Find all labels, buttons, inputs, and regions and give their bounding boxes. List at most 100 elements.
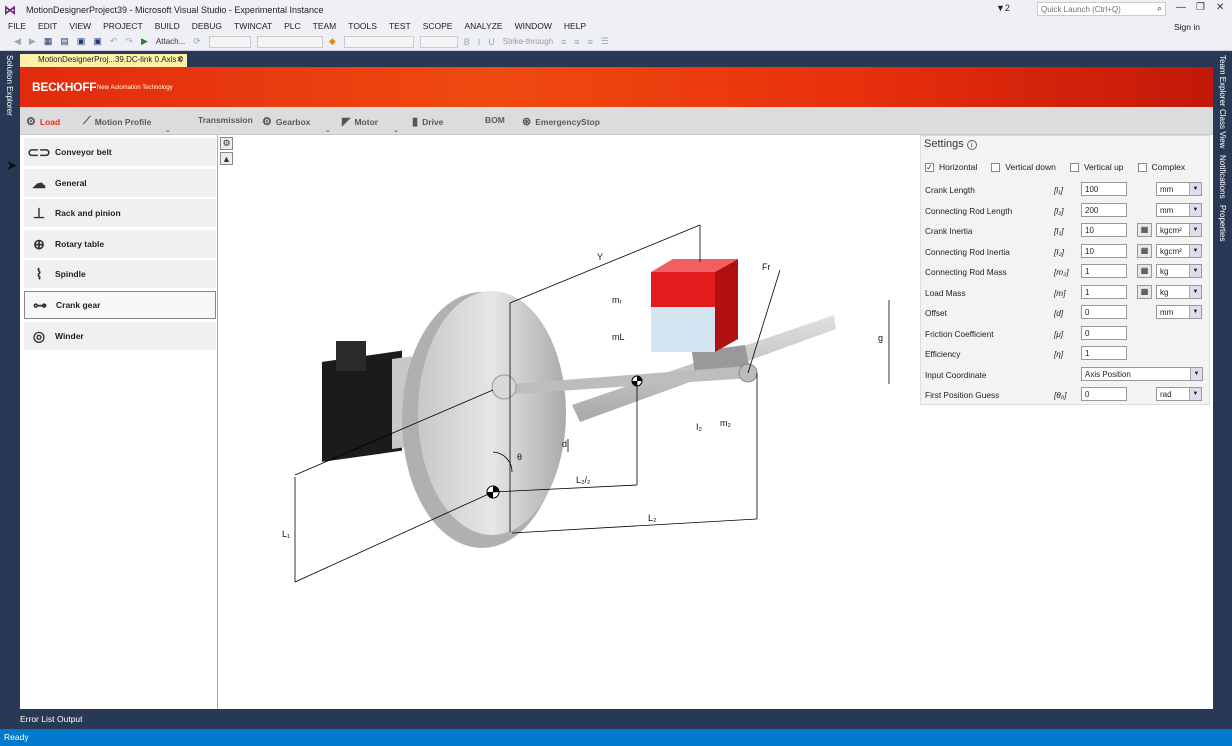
load-item-general[interactable]: ☁ General — [24, 169, 216, 197]
team-explorer-tab[interactable]: Team Explorer — [1218, 55, 1227, 107]
menu-plc[interactable]: PLC — [284, 21, 301, 31]
load-item-rotary-table[interactable]: ⊕ Rotary table — [24, 230, 216, 258]
menu-project[interactable]: PROJECT — [103, 21, 143, 31]
notifications-tab[interactable]: Notifications — [1218, 155, 1227, 199]
calculator-icon[interactable]: ▦ — [1137, 264, 1152, 278]
offset-unit-select[interactable]: mm ▼ — [1156, 305, 1202, 319]
nav-motor[interactable]: ◤ Motor — [342, 115, 378, 128]
output-tab[interactable]: Output — [57, 714, 83, 724]
bold-icon[interactable]: B — [464, 37, 470, 47]
load-item-winder[interactable]: ◎ Winder — [24, 322, 216, 350]
refresh-icon[interactable]: ⟳ — [193, 36, 201, 47]
input-coordinate-select[interactable]: Axis Position ▼ — [1081, 367, 1203, 381]
load-item-crank-gear[interactable]: ⊶ Crank gear — [24, 291, 216, 319]
crank-length-input[interactable]: 100 — [1081, 182, 1127, 196]
menu-help[interactable]: HELP — [564, 21, 586, 31]
close-tab-icon[interactable]: ✕ — [176, 55, 183, 64]
quick-launch-input[interactable]: Quick Launch (Ctrl+Q) ⌕ — [1037, 2, 1166, 16]
menu-team[interactable]: TEAM — [313, 21, 337, 31]
italic-icon[interactable]: I — [478, 37, 481, 47]
class-view-tab[interactable]: Class View — [1218, 109, 1227, 148]
calculator-icon[interactable]: ▦ — [1137, 285, 1152, 299]
notifications-flag[interactable]: ▼2 — [996, 3, 1010, 13]
calculator-icon[interactable]: ▦ — [1137, 223, 1152, 237]
menu-scope[interactable]: SCOPE — [423, 21, 453, 31]
crank-inertia-input[interactable]: 10 — [1081, 223, 1127, 237]
back-icon[interactable]: ◀ — [14, 36, 21, 47]
calculator-icon[interactable]: ▦ — [1137, 244, 1152, 258]
horizontal-checkbox[interactable]: ✓ — [925, 162, 934, 172]
toolbar-combo-4[interactable] — [419, 35, 458, 48]
menu-debug[interactable]: DEBUG — [192, 21, 222, 31]
gearbox-chevron-down-icon[interactable]: ⌄ — [325, 126, 331, 134]
error-list-tab[interactable]: Error List — [20, 714, 54, 724]
menu-tools[interactable]: TOOLS — [348, 21, 377, 31]
minimize-button[interactable]: — — [1176, 2, 1186, 13]
document-tab[interactable]: MotionDesignerProj...39.DC-link 0.Axis 0… — [20, 54, 187, 67]
play-icon[interactable]: ▶ — [141, 36, 148, 47]
connecting-rod-length-input[interactable]: 200 — [1081, 203, 1127, 217]
settings-gear-button[interactable]: ⚙ — [220, 137, 233, 150]
align-right-icon[interactable]: ≡ — [588, 37, 593, 47]
load-item-spindle[interactable]: ⌇ Spindle — [24, 260, 216, 288]
align-center-icon[interactable]: ≡ — [574, 37, 579, 47]
plugin-icon[interactable]: ◆ — [329, 36, 336, 47]
load-item-rack-and-pinion[interactable]: ⊥ Rack and pinion — [24, 199, 216, 227]
solution-explorer-tab[interactable]: Solution Explorer — [5, 55, 14, 116]
menu-analyze[interactable]: ANALYZE — [464, 21, 502, 31]
info-icon[interactable]: i — [966, 140, 977, 150]
maximize-button[interactable]: ❐ — [1196, 2, 1205, 13]
open-folder-icon[interactable]: ▤ — [60, 36, 69, 47]
hat-button[interactable]: ▲ — [220, 152, 233, 165]
undo-icon[interactable]: ↶ — [110, 36, 118, 47]
underline-icon[interactable]: U — [488, 37, 495, 47]
vertical-down-checkbox[interactable] — [991, 162, 1001, 172]
menu-file[interactable]: FILE — [8, 21, 26, 31]
align-left-icon[interactable]: ≡ — [561, 37, 566, 47]
load-mass-input[interactable]: 1 — [1081, 285, 1127, 299]
close-button[interactable]: ✕ — [1216, 2, 1224, 13]
sign-in-link[interactable]: Sign in — [1174, 22, 1200, 32]
save-all-icon[interactable]: ▣ — [93, 36, 102, 47]
nav-load[interactable]: ⚙ Load — [26, 115, 60, 128]
load-mass-unit-select[interactable]: kg ▼ — [1156, 285, 1202, 299]
connecting-rod-inertia-input[interactable]: 10 — [1081, 244, 1127, 258]
menu-twincat[interactable]: TWINCAT — [234, 21, 272, 31]
first-position-guess-unit-select[interactable]: rad ▼ — [1156, 387, 1202, 401]
complex-checkbox[interactable] — [1137, 162, 1147, 172]
friction-coefficient-input[interactable]: 0 — [1081, 326, 1127, 340]
connecting-rod-mass-input[interactable]: 1 — [1081, 264, 1127, 278]
menu-window[interactable]: WINDOW — [515, 21, 552, 31]
nav-emergency-stop[interactable]: ⊛ EmergencyStop — [522, 115, 600, 128]
menu-edit[interactable]: EDIT — [38, 21, 57, 31]
offset-input[interactable]: 0 — [1081, 305, 1127, 319]
save-icon[interactable]: ▣ — [77, 36, 86, 47]
redo-icon[interactable]: ↷ — [125, 36, 133, 47]
menu-test[interactable]: TEST — [389, 21, 411, 31]
first-position-guess-input[interactable]: 0 — [1081, 387, 1127, 401]
vertical-up-checkbox[interactable] — [1069, 162, 1079, 172]
connecting-rod-inertia-unit-select[interactable]: kgcm² ▼ — [1156, 244, 1202, 258]
attach-button[interactable]: Attach... — [156, 37, 185, 46]
efficiency-input[interactable]: 1 — [1081, 346, 1127, 360]
toolbar-combo-1[interactable] — [208, 35, 251, 48]
properties-tab[interactable]: Properties — [1218, 205, 1227, 241]
toolbar-combo-3[interactable] — [343, 35, 414, 48]
forward-icon[interactable]: ▶ — [29, 36, 36, 47]
connecting-rod-length-unit-select[interactable]: mm ▼ — [1156, 203, 1202, 217]
connecting-rod-mass-unit-select[interactable]: kg ▼ — [1156, 264, 1202, 278]
motion-profile-chevron-down-icon[interactable]: ⌄ — [165, 126, 171, 134]
new-project-icon[interactable]: ▦ — [44, 36, 53, 47]
crank-inertia-unit-select[interactable]: kgcm² ▼ — [1156, 223, 1202, 237]
nav-motion-profile[interactable]: ⟋ Motion Profile — [83, 115, 151, 128]
strikethrough-button[interactable]: Strike-through — [503, 37, 553, 46]
nav-bom[interactable]: BOM — [485, 115, 505, 125]
nav-transmission[interactable]: Transmission — [198, 115, 253, 125]
load-item-conveyor-belt[interactable]: ⊂⊃ Conveyor belt — [24, 138, 216, 166]
list-icon[interactable]: ☰ — [601, 36, 609, 47]
nav-drive[interactable]: ▮ Drive — [412, 115, 443, 128]
nav-gearbox[interactable]: ⚙ Gearbox — [262, 115, 310, 128]
motor-chevron-down-icon[interactable]: ⌄ — [393, 126, 399, 134]
crank-length-unit-select[interactable]: mm ▼ — [1156, 182, 1202, 196]
menu-build[interactable]: BUILD — [155, 21, 180, 31]
